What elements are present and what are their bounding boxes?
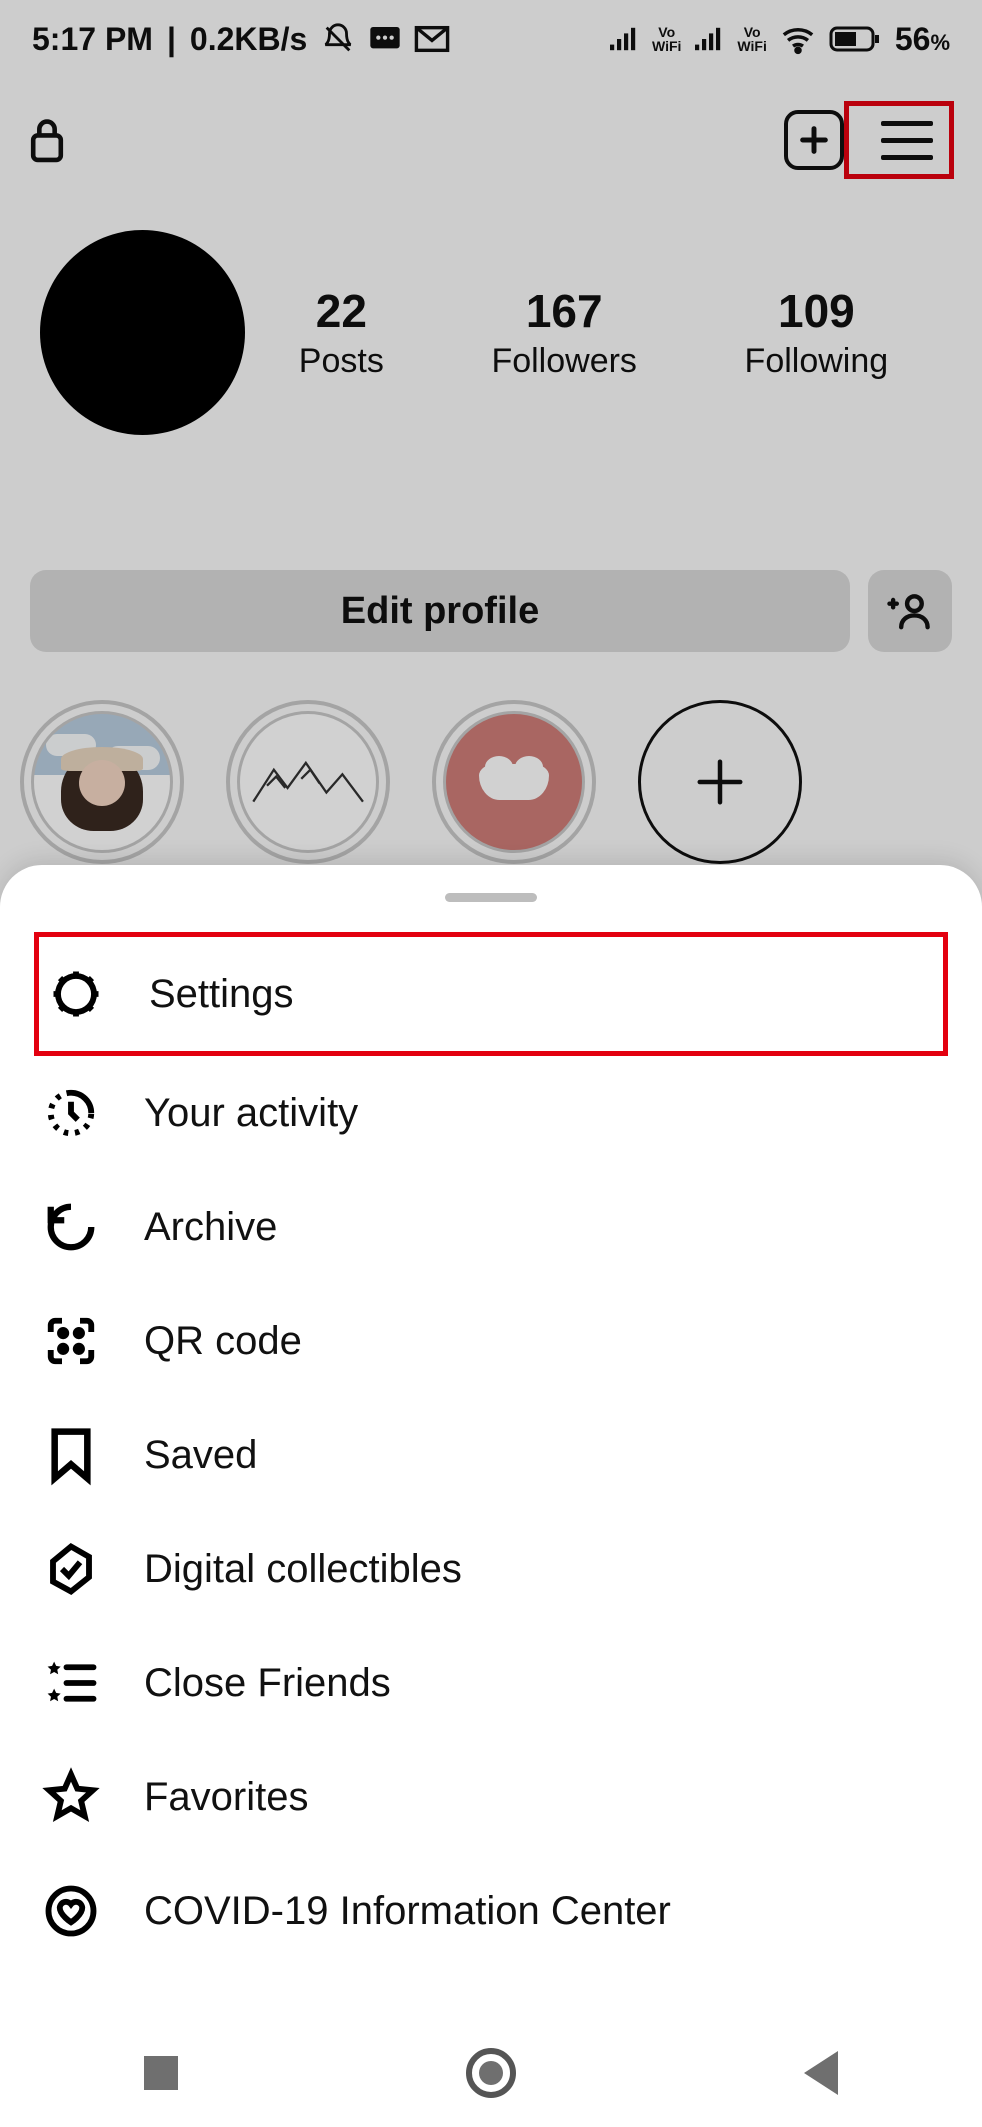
lock-icon bbox=[28, 117, 66, 163]
posts-count: 22 bbox=[299, 284, 384, 338]
profile-avatar[interactable] bbox=[40, 230, 245, 435]
sheet-grabber[interactable] bbox=[445, 893, 537, 902]
menu-label: COVID-19 Information Center bbox=[144, 1889, 671, 1934]
highlight-hamburger bbox=[844, 101, 954, 179]
heart-circle-icon bbox=[42, 1882, 100, 1940]
gmail-icon bbox=[415, 26, 449, 52]
nav-back-button[interactable] bbox=[804, 2051, 838, 2095]
posts-label: Posts bbox=[299, 342, 384, 381]
star-icon bbox=[42, 1768, 100, 1826]
highlight-3[interactable] bbox=[432, 700, 596, 864]
status-bar: 5:17 PM | 0.2KB/s Vo WiFi bbox=[0, 0, 982, 78]
menu-label: Favorites bbox=[144, 1775, 309, 1820]
battery-icon bbox=[829, 25, 881, 53]
create-button[interactable] bbox=[784, 110, 844, 170]
bookmark-icon bbox=[42, 1426, 100, 1484]
edit-profile-row: Edit profile bbox=[30, 570, 952, 652]
wifi-icon bbox=[781, 26, 815, 52]
vowifi-label-1: Vo WiFi bbox=[652, 25, 681, 53]
menu-item-qr[interactable]: QR code bbox=[34, 1284, 948, 1398]
followers-label: Followers bbox=[491, 342, 636, 381]
highlight-2[interactable] bbox=[226, 700, 390, 864]
sms-icon bbox=[369, 25, 401, 53]
status-netspeed: 0.2KB/s bbox=[190, 21, 307, 58]
following-label: Following bbox=[745, 342, 889, 381]
menu-label: Archive bbox=[144, 1205, 277, 1250]
edit-profile-label: Edit profile bbox=[341, 590, 539, 633]
menu-item-close-friends[interactable]: Close Friends bbox=[34, 1626, 948, 1740]
signal-icon-2 bbox=[695, 27, 723, 51]
close-friends-icon bbox=[42, 1654, 100, 1712]
hexagon-check-icon bbox=[42, 1540, 100, 1598]
activity-icon bbox=[42, 1084, 100, 1142]
menu-item-settings[interactable]: Settings bbox=[34, 932, 948, 1056]
menu-item-favorites[interactable]: Favorites bbox=[34, 1740, 948, 1854]
system-nav-bar bbox=[0, 2019, 982, 2127]
menu-label: Digital collectibles bbox=[144, 1547, 462, 1592]
menu-item-archive[interactable]: Archive bbox=[34, 1170, 948, 1284]
stat-following[interactable]: 109 Following bbox=[745, 284, 889, 381]
followers-count: 167 bbox=[491, 284, 636, 338]
edit-profile-button[interactable]: Edit profile bbox=[30, 570, 850, 652]
highlight-new[interactable] bbox=[638, 700, 802, 864]
signal-icon-1 bbox=[610, 27, 638, 51]
menu-label: Saved bbox=[144, 1433, 257, 1478]
discover-people-button[interactable] bbox=[868, 570, 952, 652]
menu-item-activity[interactable]: Your activity bbox=[34, 1056, 948, 1170]
profile-header: 22 Posts 167 Followers 109 Following bbox=[0, 230, 982, 435]
qr-icon bbox=[42, 1312, 100, 1370]
status-time: 5:17 PM bbox=[32, 21, 153, 58]
nav-home-button[interactable] bbox=[466, 2048, 516, 2098]
menu-item-collectibles[interactable]: Digital collectibles bbox=[34, 1512, 948, 1626]
status-separator: | bbox=[167, 21, 176, 58]
menu-label: QR code bbox=[144, 1319, 302, 1364]
archive-icon bbox=[42, 1198, 100, 1256]
menu-label: Settings bbox=[149, 972, 294, 1017]
stat-posts[interactable]: 22 Posts bbox=[299, 284, 384, 381]
nav-recent-button[interactable] bbox=[144, 2056, 178, 2090]
vowifi-label-2: Vo WiFi bbox=[737, 25, 766, 53]
menu-item-saved[interactable]: Saved bbox=[34, 1398, 948, 1512]
menu-label: Close Friends bbox=[144, 1661, 391, 1706]
gear-icon bbox=[47, 965, 105, 1023]
menu-item-covid[interactable]: COVID-19 Information Center bbox=[34, 1854, 948, 1968]
menu-button[interactable] bbox=[881, 110, 941, 170]
menu-bottom-sheet: Settings Your activity Archive QR code bbox=[0, 865, 982, 2127]
mute-icon bbox=[321, 22, 355, 56]
highlight-1[interactable] bbox=[20, 700, 184, 864]
stat-followers[interactable]: 167 Followers bbox=[491, 284, 636, 381]
menu-label: Your activity bbox=[144, 1091, 358, 1136]
profile-app-bar bbox=[0, 95, 982, 185]
story-highlights bbox=[20, 700, 982, 864]
battery-percent: 56% bbox=[895, 21, 950, 58]
following-count: 109 bbox=[745, 284, 889, 338]
